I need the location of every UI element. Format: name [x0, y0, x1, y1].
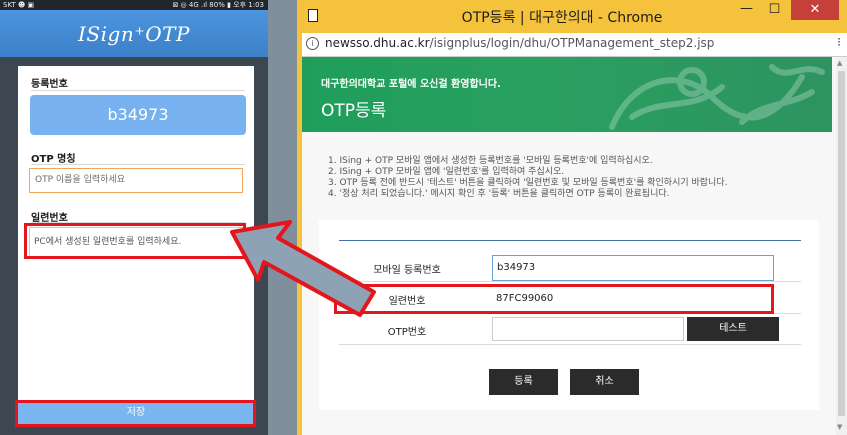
minimize-button[interactable]: — [733, 0, 760, 20]
close-button[interactable]: ✕ [791, 0, 839, 20]
maximize-button[interactable]: ☐ [761, 0, 788, 20]
address-bar[interactable]: i newsso.dhu.ac.kr/isignplus/login/dhu/O… [302, 33, 847, 57]
test-button[interactable]: 테스트 [687, 317, 779, 341]
mobile-registration-label: 모바일 등록번호 [373, 265, 441, 276]
page-title: OTP등록 [321, 101, 387, 121]
registration-number-display: b34973 [30, 95, 246, 135]
dragon-emblem-icon [609, 64, 825, 130]
otp-name-input[interactable]: OTP 이름을 입력하세요 [29, 168, 243, 193]
cancel-button[interactable]: 취소 [570, 369, 639, 395]
register-button[interactable]: 등록 [489, 369, 558, 395]
app-header: ISign⁺OTP [0, 10, 268, 57]
chrome-window: OTP등록 | 대구한의대 - Chrome — ☐ ✕ i newsso.dh… [297, 0, 847, 435]
instruction-item: 2. ISing + OTP 모바일 앱에 '일련번호'를 입력하여 주십시오. [328, 167, 565, 177]
welcome-text: 대구한의대학교 포털에 오신걸 환영합니다. [321, 79, 501, 90]
instruction-item: 3. OTP 등록 전에 반드시 '테스트' 버튼을 클릭하여 '일련번호 및 … [328, 178, 728, 188]
otp-number-input[interactable] [492, 317, 684, 341]
highlight-chrome-serial [334, 284, 774, 314]
kebab-menu-icon[interactable]: ⁝ [837, 35, 841, 49]
divider [31, 164, 245, 165]
status-carrier: SKT ☻ ▣ [3, 1, 35, 9]
url-host: newsso.dhu.ac.kr [325, 36, 430, 50]
divider [31, 90, 245, 91]
row-divider [339, 281, 801, 282]
scroll-down-icon[interactable]: ▼ [837, 423, 842, 431]
info-icon[interactable]: i [306, 37, 319, 50]
otp-number-label: OTP번호 [387, 327, 427, 338]
otp-form-panel: 모바일 등록번호 b34973 일련번호 87FC99060 OTP번호 테스트… [319, 220, 819, 410]
mobile-registration-input[interactable]: b34973 [492, 255, 774, 281]
highlight-phone-serial [24, 223, 246, 259]
vertical-scrollbar[interactable]: ▲ ▼ [836, 57, 847, 435]
portal-banner: 대구한의대학교 포털에 오신걸 환영합니다. OTP등록 [302, 57, 832, 132]
scrollbar-thumb[interactable] [838, 71, 845, 416]
instruction-list: 1. ISing + OTP 모바일 앱에서 생성한 등록번호를 '모바일 등록… [328, 156, 727, 200]
scroll-up-icon[interactable]: ▲ [837, 59, 842, 67]
app-logo: ISign⁺OTP [78, 22, 190, 46]
otp-name-label: OTP 명칭 [31, 154, 76, 165]
highlight-save-button [15, 400, 256, 427]
registration-label: 등록번호 [31, 79, 68, 90]
url-text[interactable]: newsso.dhu.ac.kr/isignplus/login/dhu/OTP… [325, 36, 714, 50]
status-bar: SKT ☻ ▣ ⊠ ◎ 4G .ıl 80% ▮ 오후 1:03 [0, 0, 268, 10]
status-indicators: ⊠ ◎ 4G .ıl 80% ▮ 오후 1:03 [172, 1, 264, 9]
page-viewport: 대구한의대학교 포털에 오신걸 환영합니다. OTP등록 1. ISing + … [302, 57, 847, 435]
instruction-item: 4. '정상 처리 되었습니다.' 메시지 확인 후 '등록' 버튼을 클릭하면… [328, 189, 670, 199]
title-bar: OTP등록 | 대구한의대 - Chrome — ☐ ✕ [297, 0, 847, 33]
instruction-item: 1. ISing + OTP 모바일 앱에서 생성한 등록번호를 '모바일 등록… [328, 156, 653, 166]
url-path: /isignplus/login/dhu/OTPManagement_step2… [429, 36, 715, 50]
row-divider [339, 344, 801, 345]
form-top-rule [339, 240, 801, 241]
